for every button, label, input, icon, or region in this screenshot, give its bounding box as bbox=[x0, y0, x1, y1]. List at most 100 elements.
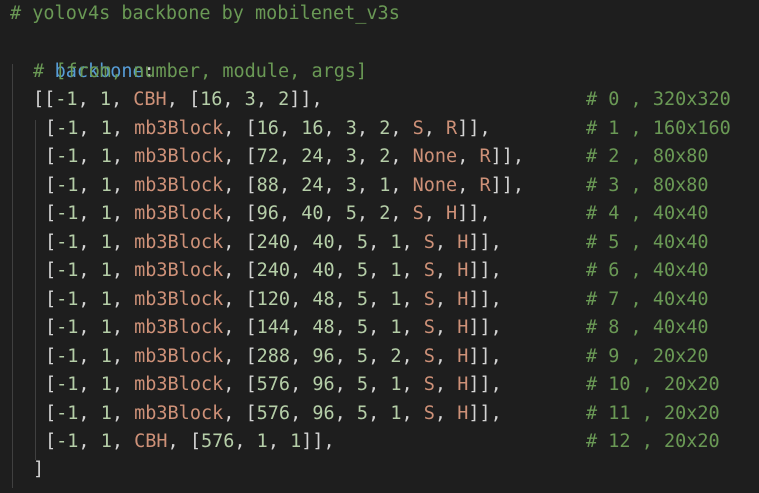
row-close-bracket: ]], bbox=[301, 431, 335, 452]
arg-value: 240 bbox=[256, 231, 291, 253]
layer-row: [-1, 1, mb3Block, [120, 48, 5, 1, S, H]]… bbox=[45, 286, 502, 314]
separator: , bbox=[111, 317, 135, 338]
row-comment: # 7 , 40x40 bbox=[586, 288, 709, 310]
row-close-bracket: ]], bbox=[468, 231, 502, 253]
arg-value: 5 bbox=[356, 402, 369, 424]
arg-value: 2 bbox=[379, 117, 391, 139]
arg-value: H bbox=[457, 231, 469, 253]
arg-value: 3 bbox=[345, 117, 357, 139]
separator: , bbox=[290, 231, 313, 253]
separator: , bbox=[423, 117, 447, 139]
from-value: -1 bbox=[56, 260, 79, 281]
from-value: -1 bbox=[55, 89, 78, 110]
from-value: -1 bbox=[56, 317, 79, 338]
row-comment: # 4 , 40x40 bbox=[586, 203, 709, 224]
row-comment: # 9 , 20x20 bbox=[586, 345, 709, 367]
number-value: 1 bbox=[100, 345, 112, 367]
fields-comment: # [from, number, module, args] bbox=[33, 61, 368, 82]
arg-value: 16 bbox=[301, 117, 324, 139]
args-open-bracket: , [ bbox=[223, 260, 257, 281]
separator: , bbox=[401, 260, 424, 281]
row-close-bracket: ]], bbox=[457, 203, 491, 224]
args-open-bracket: , [ bbox=[223, 317, 257, 338]
separator: , bbox=[434, 402, 458, 424]
separator: , bbox=[390, 203, 413, 224]
separator: , bbox=[390, 146, 413, 167]
separator: , bbox=[78, 174, 101, 196]
layer-row: [-1, 1, mb3Block, [576, 96, 5, 1, S, H]]… bbox=[45, 400, 502, 428]
number-value: 1 bbox=[100, 374, 112, 395]
number-value: 1 bbox=[100, 260, 112, 281]
arg-value: 2 bbox=[379, 146, 391, 167]
separator: , bbox=[278, 117, 302, 139]
arg-value: 16 bbox=[200, 89, 223, 110]
arg-value: 72 bbox=[256, 146, 279, 167]
separator: , bbox=[111, 431, 135, 452]
separator: , bbox=[222, 89, 245, 110]
separator: , bbox=[334, 317, 357, 338]
arg-value: 1 bbox=[390, 288, 402, 310]
separator: , bbox=[78, 345, 101, 367]
arg-value: 1 bbox=[290, 431, 302, 452]
arg-value: 2 bbox=[379, 203, 391, 224]
separator: , bbox=[110, 89, 134, 110]
separator: , bbox=[434, 317, 458, 338]
arg-value: 3 bbox=[345, 146, 357, 167]
arg-value: 1 bbox=[390, 260, 402, 281]
args-open-bracket: , [ bbox=[167, 431, 201, 452]
separator: , bbox=[434, 288, 458, 310]
row-close-bracket: ]], bbox=[468, 317, 502, 338]
module-name: mb3Block bbox=[134, 345, 224, 367]
separator: , bbox=[457, 146, 480, 167]
layer-row: [-1, 1, CBH, [576, 1, 1]], bbox=[45, 428, 335, 456]
arg-value: H bbox=[457, 402, 469, 424]
layer-row: [-1, 1, mb3Block, [144, 48, 5, 1, S, H]]… bbox=[45, 314, 502, 342]
args-open-bracket: , [ bbox=[223, 146, 257, 167]
row-comment: # 11 , 20x20 bbox=[586, 402, 720, 424]
arg-value: 1 bbox=[390, 402, 402, 424]
arg-value: 144 bbox=[256, 317, 291, 338]
arg-value: S bbox=[423, 317, 435, 338]
arg-value: 5 bbox=[356, 374, 369, 395]
from-value: -1 bbox=[56, 345, 79, 367]
number-value: 1 bbox=[100, 402, 112, 424]
separator: , bbox=[111, 231, 135, 253]
separator: , bbox=[78, 317, 101, 338]
arg-value: 1 bbox=[390, 231, 402, 253]
row-close-bracket: ]], bbox=[468, 374, 502, 395]
module-name: mb3Block bbox=[134, 231, 224, 253]
from-value: -1 bbox=[56, 231, 79, 253]
number-value: 1 bbox=[100, 431, 112, 452]
layer-row: [-1, 1, mb3Block, [96, 40, 5, 2, S, H]], bbox=[45, 200, 491, 228]
args-open-bracket: , [ bbox=[223, 117, 257, 139]
args-open-bracket: , [ bbox=[223, 288, 257, 310]
number-value: 1 bbox=[100, 317, 112, 338]
code-editor[interactable]: # yolov4s backbone by mobilenet_v3s back… bbox=[0, 0, 759, 493]
separator: , bbox=[434, 345, 458, 367]
separator: , bbox=[111, 117, 135, 139]
arg-value: 48 bbox=[312, 317, 335, 338]
arg-value: 3 bbox=[244, 89, 256, 110]
number-value: 1 bbox=[100, 117, 112, 139]
arg-value: 40 bbox=[301, 203, 324, 224]
arg-value: H bbox=[457, 317, 469, 338]
separator: , bbox=[356, 117, 380, 139]
separator: , bbox=[290, 317, 313, 338]
layer-row: [-1, 1, mb3Block, [16, 16, 3, 2, S, R]], bbox=[45, 115, 491, 143]
row-open-bracket: [ bbox=[44, 89, 56, 110]
row-open-bracket: [ bbox=[45, 374, 57, 395]
separator: , bbox=[267, 431, 291, 452]
separator: , bbox=[234, 431, 257, 452]
number-value: 1 bbox=[99, 89, 111, 110]
arg-value: S bbox=[423, 260, 435, 281]
separator: , bbox=[111, 288, 135, 310]
arg-value: H bbox=[446, 203, 458, 224]
arg-value: 1 bbox=[390, 374, 402, 395]
arg-value: H bbox=[457, 288, 469, 310]
separator: , bbox=[111, 203, 135, 224]
separator: , bbox=[111, 345, 135, 367]
separator: , bbox=[78, 374, 101, 395]
arg-value: S bbox=[423, 345, 435, 367]
number-value: 1 bbox=[100, 203, 112, 224]
arg-value: S bbox=[412, 117, 424, 139]
